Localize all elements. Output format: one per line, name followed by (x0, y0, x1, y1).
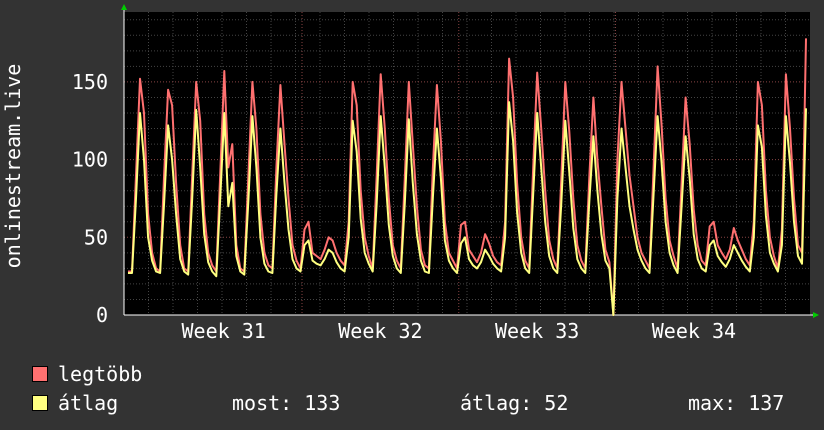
x-tick-label: Week 33 (495, 319, 579, 343)
legend-label-avg: átlag (58, 391, 119, 415)
y-tick-label: 150 (72, 70, 108, 94)
legend-swatch-max (32, 366, 48, 382)
legend-item-avg: átlag (32, 391, 118, 415)
legend-swatch-avg (32, 395, 48, 411)
x-tick-label: Week 31 (181, 319, 265, 343)
x-tick-label: Week 34 (652, 319, 736, 343)
y-axis-arrow (121, 4, 127, 10)
legend-item-max: legtöbb (32, 362, 142, 386)
x-tick-label: Week 32 (338, 319, 422, 343)
stat-max: max: 137 (688, 391, 785, 415)
y-axis-label: onlinestream.live (1, 64, 25, 269)
x-axis-arrow (813, 312, 819, 318)
stat-now: most: 133 (232, 391, 341, 415)
y-tick-label: 100 (72, 148, 108, 172)
y-tick-label: 50 (84, 225, 108, 249)
y-tick-label: 0 (96, 303, 108, 327)
legend-label-max: legtöbb (58, 362, 143, 386)
stat-avg: átlag: 52 (460, 391, 569, 415)
